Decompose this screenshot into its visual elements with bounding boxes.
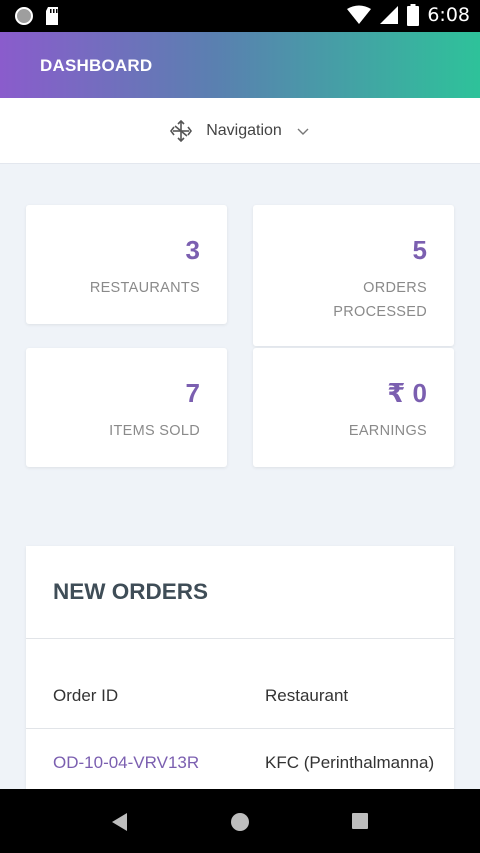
column-header-restaurant: Restaurant	[265, 686, 349, 705]
navigation-label: Navigation	[206, 121, 282, 139]
cell-signal-icon	[380, 6, 399, 24]
divider	[26, 728, 454, 729]
stat-label: RESTAURANTS	[89, 280, 200, 296]
home-icon[interactable]	[230, 812, 250, 832]
divider	[26, 638, 454, 639]
new-orders-title: NEW ORDERS	[53, 579, 209, 604]
stat-card-earnings[interactable]: ₹ 0 EARNINGS	[253, 348, 454, 467]
system-navigation-bar	[0, 789, 480, 853]
stat-label: ITEMS SOLD	[109, 423, 200, 439]
stat-card-items-sold[interactable]: 7 ITEMS SOLD	[26, 348, 227, 467]
wifi-icon	[347, 5, 372, 24]
order-id-link[interactable]: OD-10-04-VRV13R	[53, 753, 199, 773]
app-header: DASHBOARD	[0, 32, 480, 98]
stat-value: 7	[185, 378, 200, 408]
column-header-order-id: Order ID	[53, 686, 119, 705]
sd-card-icon	[46, 7, 58, 25]
order-restaurant: KFC (Perinthalmanna)	[265, 753, 435, 772]
clock: 6:08	[427, 4, 470, 26]
stat-label: EARNINGS	[348, 423, 427, 439]
battery-icon	[407, 4, 420, 26]
stat-card-restaurants[interactable]: 3 RESTAURANTS	[26, 205, 227, 324]
navigation-compass-icon	[170, 119, 193, 142]
notification-dot-icon	[15, 7, 33, 25]
stat-value: 5	[412, 235, 427, 265]
stat-value: ₹ 0	[387, 378, 427, 408]
navigation-dropdown[interactable]: Navigation	[0, 98, 480, 164]
chevron-down-icon	[297, 128, 309, 135]
stat-value: 3	[185, 235, 200, 265]
status-bar: 6:08	[0, 0, 480, 32]
page-title: DASHBOARD	[40, 56, 153, 75]
recents-icon[interactable]	[351, 812, 369, 830]
stat-label: ORDERS PROCESSED	[333, 280, 427, 320]
new-orders-card: NEW ORDERS Order ID Restaurant OD-10-04-…	[26, 546, 454, 806]
stat-card-orders-processed[interactable]: 5 ORDERS PROCESSED	[253, 205, 454, 346]
back-icon[interactable]	[111, 812, 129, 832]
